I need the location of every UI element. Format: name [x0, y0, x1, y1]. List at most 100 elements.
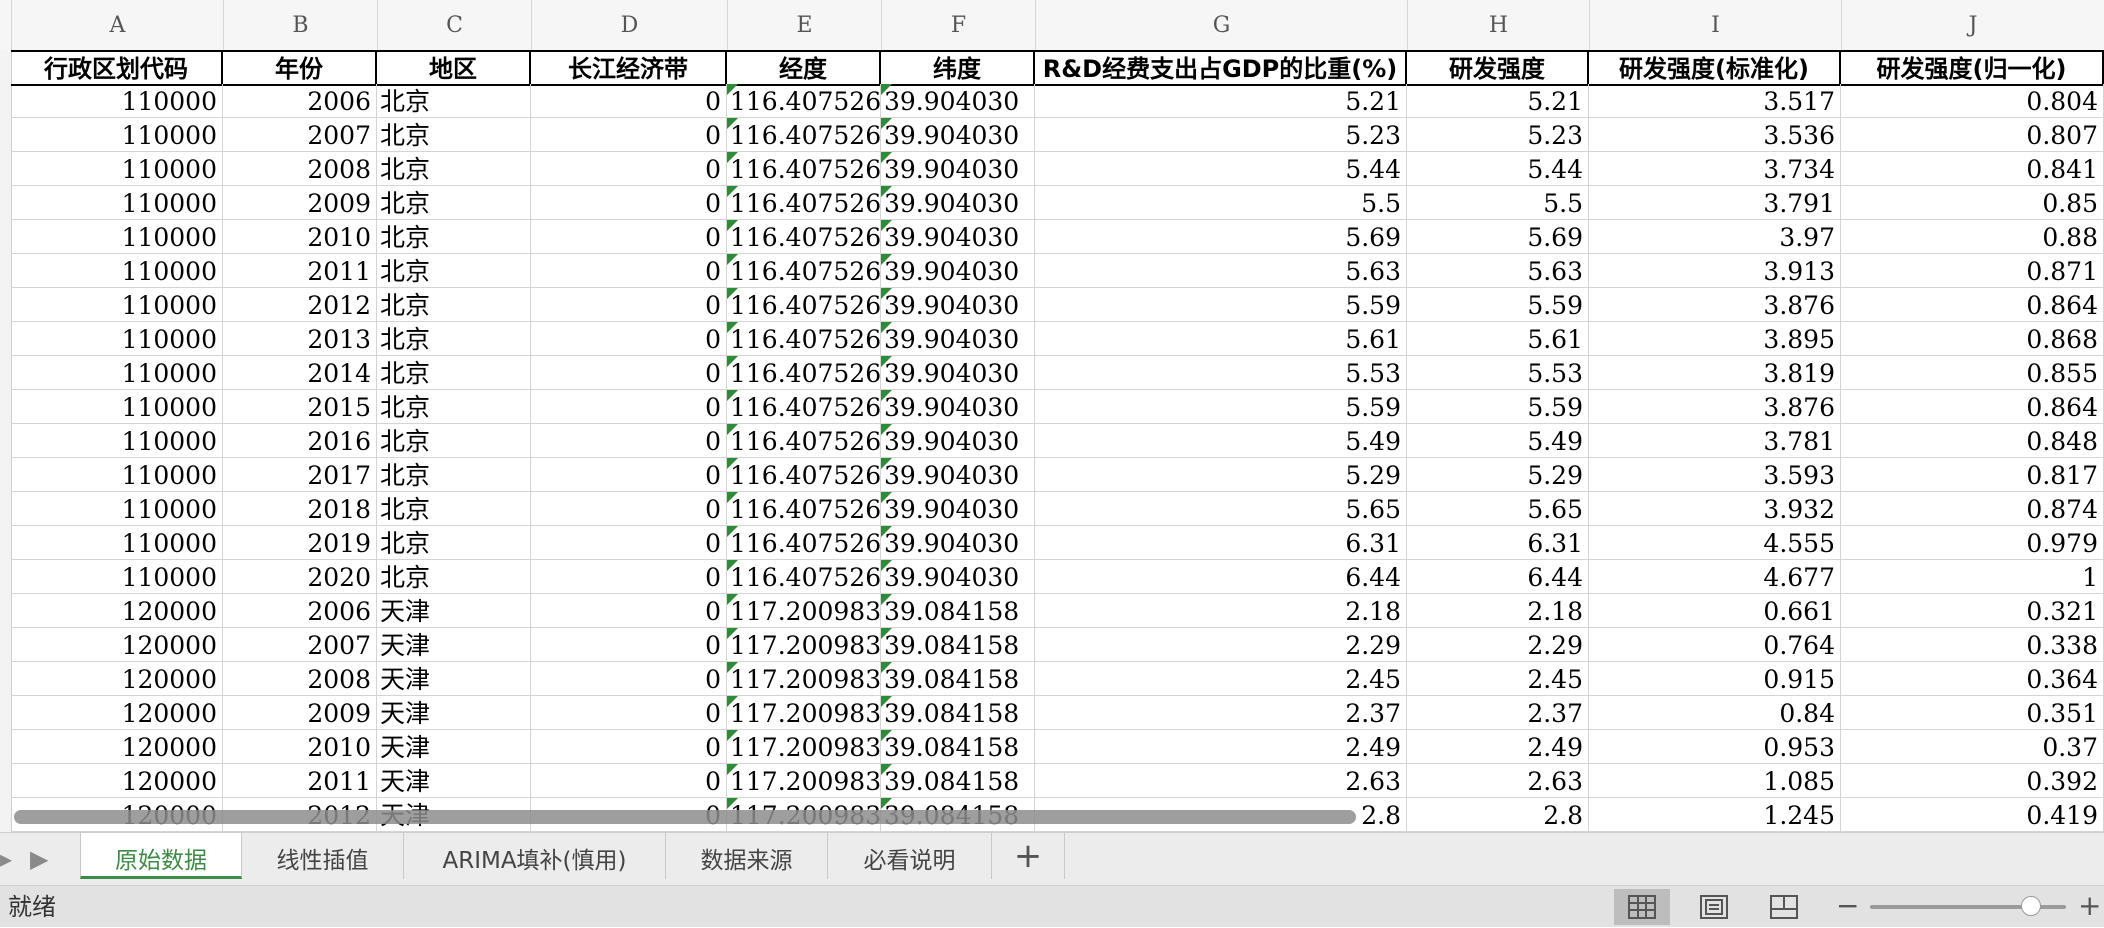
cell-j[interactable]: 0.868 — [1841, 322, 2104, 356]
column-letter-g[interactable]: G — [1035, 0, 1407, 50]
cell-j[interactable]: 0.855 — [1841, 356, 2104, 390]
cell-i[interactable]: 3.932 — [1589, 492, 1841, 526]
cell-f[interactable]: 39.904030 — [881, 356, 1035, 390]
cell-e[interactable]: 117.200983 — [727, 662, 881, 696]
grid-view-icon[interactable] — [1614, 889, 1670, 925]
cell-c[interactable]: 北京 — [377, 322, 531, 356]
cell-d[interactable]: 0 — [531, 594, 727, 628]
spreadsheet-grid[interactable]: 行政区划代码 年份 地区 长江经济带 经度 纬度 R&D经费支出占GDP的比重(%) 研发强度… — [11, 50, 2104, 832]
header-cell-b[interactable]: 年份 — [223, 52, 377, 86]
cell-h[interactable]: 2.29 — [1407, 628, 1589, 662]
column-letter-i[interactable]: I — [1589, 0, 1841, 50]
cell-c[interactable]: 天津 — [377, 662, 531, 696]
cell-a[interactable]: 110000 — [11, 356, 223, 390]
cell-a[interactable]: 110000 — [11, 492, 223, 526]
cell-c[interactable]: 天津 — [377, 594, 531, 628]
cell-f[interactable]: 39.904030 — [881, 526, 1035, 560]
cell-b[interactable]: 2006 — [223, 594, 377, 628]
cell-d[interactable]: 0 — [531, 696, 727, 730]
cell-i[interactable]: 3.819 — [1589, 356, 1841, 390]
cell-f[interactable]: 39.904030 — [881, 288, 1035, 322]
cell-h[interactable]: 5.49 — [1407, 424, 1589, 458]
cell-e[interactable]: 117.200983 — [727, 730, 881, 764]
cell-b[interactable]: 2011 — [223, 254, 377, 288]
cell-f[interactable]: 39.904030 — [881, 390, 1035, 424]
cell-e[interactable]: 116.407526 — [727, 254, 881, 288]
column-letter-f[interactable]: F — [881, 0, 1035, 50]
cell-j[interactable]: 0.871 — [1841, 254, 2104, 288]
cell-c[interactable]: 天津 — [377, 628, 531, 662]
cell-g[interactable]: 5.69 — [1035, 220, 1407, 254]
cell-f[interactable]: 39.904030 — [881, 492, 1035, 526]
cell-c[interactable]: 北京 — [377, 390, 531, 424]
cell-h[interactable]: 5.69 — [1407, 220, 1589, 254]
cell-a[interactable]: 110000 — [11, 118, 223, 152]
cell-h[interactable]: 2.37 — [1407, 696, 1589, 730]
cell-j[interactable]: 0.88 — [1841, 220, 2104, 254]
cell-e[interactable]: 117.200983 — [727, 764, 881, 798]
cell-b[interactable]: 2016 — [223, 424, 377, 458]
cell-b[interactable]: 2012 — [223, 288, 377, 322]
cell-i[interactable]: 3.876 — [1589, 288, 1841, 322]
add-sheet-button[interactable]: + — [992, 833, 1065, 879]
cell-c[interactable]: 天津 — [377, 696, 531, 730]
cell-j[interactable]: 0.392 — [1841, 764, 2104, 798]
cell-c[interactable]: 北京 — [377, 492, 531, 526]
cell-g[interactable]: 5.63 — [1035, 254, 1407, 288]
header-cell-i[interactable]: 研发强度(标准化) — [1589, 52, 1841, 86]
header-cell-h[interactable]: 研发强度 — [1407, 52, 1589, 86]
cell-d[interactable]: 0 — [531, 730, 727, 764]
page-layout-icon[interactable] — [1686, 889, 1742, 925]
cell-c[interactable]: 北京 — [377, 254, 531, 288]
cell-i[interactable]: 3.536 — [1589, 118, 1841, 152]
cell-c[interactable]: 天津 — [377, 764, 531, 798]
cell-d[interactable]: 0 — [531, 492, 727, 526]
cell-f[interactable]: 39.904030 — [881, 254, 1035, 288]
cell-f[interactable]: 39.084158 — [881, 764, 1035, 798]
cell-h[interactable]: 6.44 — [1407, 560, 1589, 594]
cell-b[interactable]: 2010 — [223, 220, 377, 254]
cell-d[interactable]: 0 — [531, 424, 727, 458]
cell-g[interactable]: 5.44 — [1035, 152, 1407, 186]
cell-d[interactable]: 0 — [531, 662, 727, 696]
cell-h[interactable]: 5.63 — [1407, 254, 1589, 288]
column-letter-b[interactable]: B — [223, 0, 377, 50]
header-cell-g[interactable]: R&D经费支出占GDP的比重(%) — [1035, 52, 1407, 86]
cell-f[interactable]: 39.904030 — [881, 84, 1035, 118]
cell-i[interactable]: 3.734 — [1589, 152, 1841, 186]
cell-i[interactable]: 3.781 — [1589, 424, 1841, 458]
cell-f[interactable]: 39.904030 — [881, 424, 1035, 458]
cell-e[interactable]: 116.407526 — [727, 288, 881, 322]
cell-f[interactable]: 39.904030 — [881, 220, 1035, 254]
cell-a[interactable]: 120000 — [11, 764, 223, 798]
cell-f[interactable]: 39.904030 — [881, 322, 1035, 356]
cell-j[interactable]: 0.419 — [1841, 798, 2104, 832]
cell-i[interactable]: 0.661 — [1589, 594, 1841, 628]
cell-h[interactable]: 6.31 — [1407, 526, 1589, 560]
header-cell-d[interactable]: 长江经济带 — [531, 52, 727, 86]
cell-j[interactable]: 0.864 — [1841, 288, 2104, 322]
cell-j[interactable]: 0.351 — [1841, 696, 2104, 730]
cell-c[interactable]: 北京 — [377, 458, 531, 492]
cell-h[interactable]: 5.23 — [1407, 118, 1589, 152]
cell-b[interactable]: 2006 — [223, 84, 377, 118]
cell-g[interactable]: 6.31 — [1035, 526, 1407, 560]
cell-e[interactable]: 116.407526 — [727, 492, 881, 526]
cell-a[interactable]: 120000 — [11, 730, 223, 764]
cell-e[interactable]: 116.407526 — [727, 424, 881, 458]
cell-b[interactable]: 2019 — [223, 526, 377, 560]
cell-g[interactable]: 5.29 — [1035, 458, 1407, 492]
cell-b[interactable]: 2008 — [223, 662, 377, 696]
cell-j[interactable]: 0.979 — [1841, 526, 2104, 560]
cell-e[interactable]: 117.200983 — [727, 594, 881, 628]
cell-g[interactable]: 6.44 — [1035, 560, 1407, 594]
cell-i[interactable]: 0.953 — [1589, 730, 1841, 764]
cell-c[interactable]: 天津 — [377, 730, 531, 764]
sheet-tab[interactable]: 数据来源 — [666, 833, 828, 879]
cell-f[interactable]: 39.084158 — [881, 662, 1035, 696]
cell-b[interactable]: 2014 — [223, 356, 377, 390]
cell-e[interactable]: 116.407526 — [727, 322, 881, 356]
cell-b[interactable]: 2007 — [223, 118, 377, 152]
cell-c[interactable]: 北京 — [377, 356, 531, 390]
cell-d[interactable]: 0 — [531, 118, 727, 152]
